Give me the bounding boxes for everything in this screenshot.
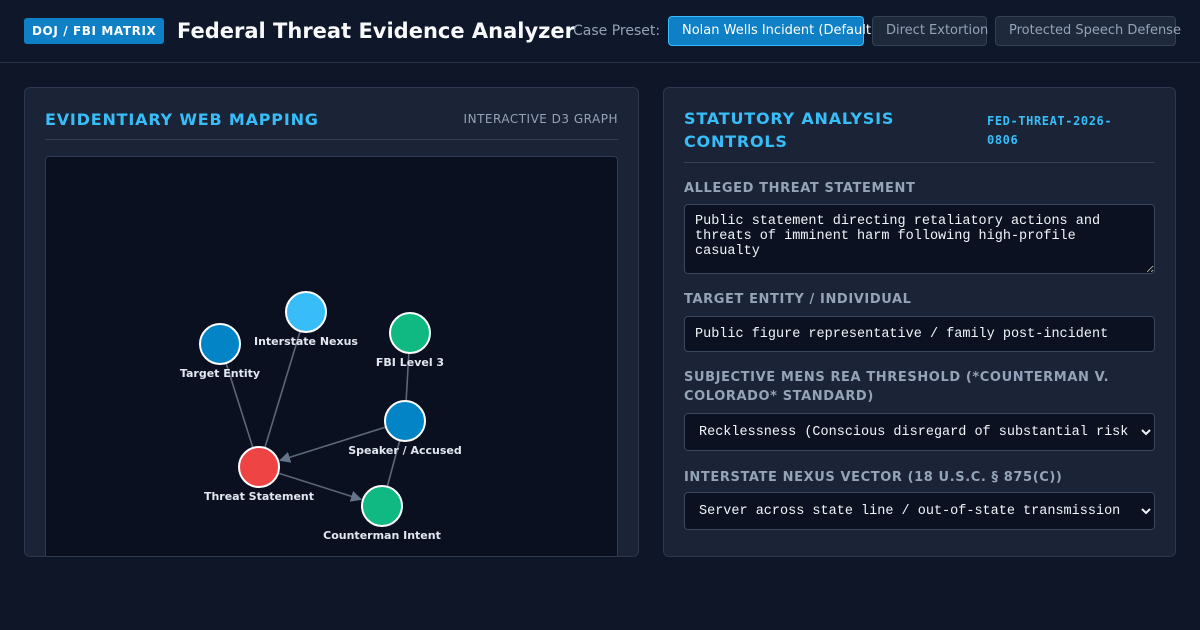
graph-node-circle-threat[interactable] — [238, 446, 280, 488]
graph-node-circle-speaker[interactable] — [384, 400, 426, 442]
interstate-nexus-select[interactable]: Server across state line / out-of-state … — [684, 492, 1155, 530]
graph-node-speaker[interactable]: Speaker / Accused — [348, 400, 462, 457]
graph-node-target[interactable]: Target Entity — [180, 323, 260, 380]
threat-statement-label: ALLEGED THREAT STATEMENT — [684, 181, 916, 196]
graph-node-label-fbi: FBI Level 3 — [376, 356, 444, 369]
mens-rea-select[interactable]: Recklessness (Conscious disregard of sub… — [684, 413, 1155, 451]
target-entity-input[interactable] — [684, 316, 1155, 352]
target-entity-label: TARGET ENTITY / INDIVIDUAL — [684, 292, 912, 307]
evidentiary-web-panel: EVIDENTIARY WEB MAPPING INTERACTIVE D3 G… — [24, 87, 639, 557]
graph-node-circle-interstate[interactable] — [285, 291, 327, 333]
graph-panel-subtitle: INTERACTIVE D3 GRAPH — [463, 112, 618, 126]
app-title: Federal Threat Evidence Analyzer — [177, 19, 575, 43]
graph-node-intent[interactable]: Counterman Intent — [323, 485, 441, 542]
graph-node-circle-fbi[interactable] — [389, 312, 431, 354]
graph-panel-title: EVIDENTIARY WEB MAPPING — [45, 110, 319, 129]
interstate-nexus-label: INTERSTATE NEXUS VECTOR (18 U.S.C. § 875… — [684, 470, 1063, 485]
threat-statement-input[interactable]: Public statement directing retaliatory a… — [684, 204, 1155, 274]
graph-node-circle-target[interactable] — [199, 323, 241, 365]
case-preset-label: Case Preset: — [573, 23, 661, 39]
graph-node-interstate[interactable]: Interstate Nexus — [254, 291, 358, 348]
graph-node-label-speaker: Speaker / Accused — [348, 444, 462, 457]
graph-node-circle-intent[interactable] — [361, 485, 403, 527]
graph-panel-divider — [45, 139, 618, 140]
graph-node-label-intent: Counterman Intent — [323, 529, 441, 542]
evidence-graph-canvas[interactable]: Interstate Nexus Target Entity FBI Level 3… — [45, 156, 618, 557]
evidence-graph-svg[interactable]: Interstate Nexus Target Entity FBI Level 3… — [46, 157, 618, 557]
agency-badge: DOJ / FBI MATRIX — [24, 18, 165, 44]
app-header: DOJ / FBI MATRIX Federal Threat Evidence… — [0, 0, 1200, 63]
graph-node-fbi[interactable]: FBI Level 3 — [376, 312, 444, 369]
preset-button-direct-extortion[interactable]: Direct Extortion — [872, 16, 988, 46]
graph-node-label-threat: Threat Statement — [204, 490, 314, 503]
statutory-controls-panel: STATUTORY ANALYSIS CONTROLS FED-THREAT-2… — [663, 87, 1176, 557]
controls-panel-divider — [684, 162, 1155, 163]
controls-panel-title: STATUTORY ANALYSIS CONTROLS — [684, 109, 895, 151]
graph-node-label-interstate: Interstate Nexus — [254, 335, 358, 348]
preset-button-nolan-wells[interactable]: Nolan Wells Incident (Default) — [668, 16, 876, 46]
preset-button-protected-speech[interactable]: Protected Speech Defense — [995, 16, 1181, 46]
graph-node-label-target: Target Entity — [180, 367, 260, 380]
mens-rea-label: SUBJECTIVE MENS REA THRESHOLD (*COUNTERM… — [684, 370, 1110, 404]
case-id-label: FED-THREAT-2026-0806 — [987, 114, 1113, 147]
